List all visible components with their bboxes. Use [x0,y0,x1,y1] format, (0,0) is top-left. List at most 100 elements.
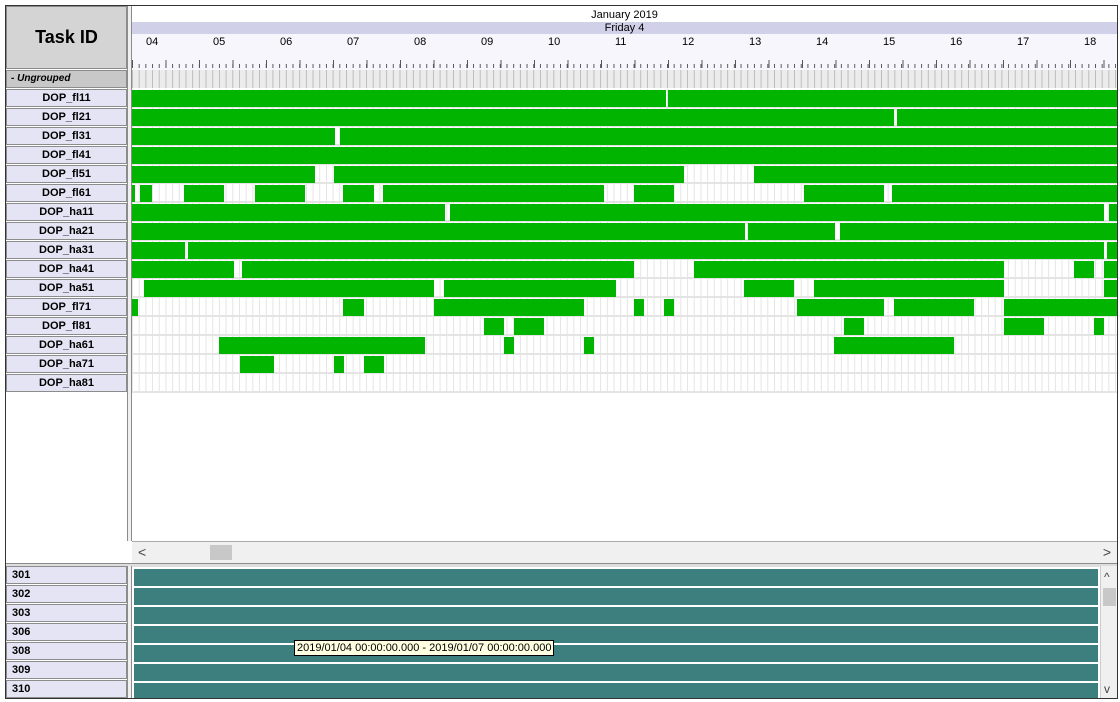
task-bar[interactable] [450,204,1104,221]
task-bar[interactable] [132,261,234,278]
task-bar[interactable] [434,299,584,316]
task-bar[interactable] [504,337,514,354]
task-label[interactable]: DOP_ha31 [6,241,127,259]
task-bar[interactable] [255,185,305,202]
task-bar[interactable] [132,185,135,202]
task-bar[interactable] [188,242,1104,259]
task-bar[interactable] [140,185,152,202]
task-bar[interactable] [340,128,1117,145]
task-bar[interactable] [694,261,1004,278]
task-label[interactable]: DOP_fl41 [6,146,127,164]
task-bar[interactable] [744,280,794,297]
vertical-scroll-thumb[interactable] [1103,588,1116,606]
resource-bar[interactable] [134,607,1098,624]
task-bar[interactable] [897,109,1117,126]
task-bar[interactable] [1094,318,1104,335]
scroll-left-icon[interactable]: < [138,544,146,560]
task-bar[interactable] [132,90,666,107]
task-bar[interactable] [754,166,1117,183]
task-bar[interactable] [364,356,384,373]
task-bar[interactable] [343,185,374,202]
horizontal-scrollbar[interactable]: < > [132,541,1117,564]
scroll-up-icon[interactable]: ^ [1104,570,1110,584]
task-bar[interactable] [584,337,594,354]
task-label[interactable]: DOP_ha11 [6,203,127,221]
task-bar[interactable] [634,185,674,202]
task-bar[interactable] [834,337,954,354]
task-bar[interactable] [132,242,185,259]
task-label[interactable]: DOP_ha71 [6,355,127,373]
task-bar[interactable] [1104,280,1117,297]
task-label[interactable]: DOP_ha41 [6,260,127,278]
task-label[interactable]: DOP_ha61 [6,336,127,354]
resource-label[interactable]: 308 [6,642,127,660]
task-bar[interactable] [132,204,445,221]
resource-bar[interactable] [134,683,1098,698]
task-bar[interactable] [1104,261,1117,278]
task-bar[interactable] [892,185,1117,202]
task-bar[interactable] [132,299,138,316]
task-bar[interactable] [664,299,674,316]
task-bar[interactable] [334,356,344,373]
scroll-right-icon[interactable]: > [1103,544,1111,560]
resource-label[interactable]: 306 [6,623,127,641]
task-bar[interactable] [1004,299,1117,316]
task-bar[interactable] [132,147,1117,164]
resource-label[interactable]: 303 [6,604,127,622]
task-bar[interactable] [844,318,864,335]
task-label[interactable]: DOP_fl31 [6,127,127,145]
task-bar[interactable] [383,185,604,202]
task-bar[interactable] [144,280,434,297]
task-bar[interactable] [514,318,544,335]
task-bar[interactable] [840,223,1117,240]
task-bar[interactable] [444,280,616,297]
task-bar[interactable] [634,299,644,316]
task-label[interactable]: DOP_fl61 [6,184,127,202]
task-label[interactable]: DOP_fl11 [6,89,127,107]
task-bar[interactable] [814,280,1004,297]
task-bar[interactable] [242,261,634,278]
resource-bar[interactable] [134,569,1098,586]
resource-bar[interactable] [134,645,1098,662]
gantt-chart-area[interactable]: January 2019 Friday 4 04 05 06 07 08 09 10 11 12… [132,6,1117,541]
task-bar[interactable] [1107,242,1117,259]
task-label[interactable]: DOP_ha21 [6,222,127,240]
task-bar[interactable] [1004,318,1044,335]
horizontal-scroll-thumb[interactable] [210,545,232,560]
task-bar[interactable] [334,166,684,183]
task-bar[interactable] [184,185,224,202]
resource-bar[interactable] [134,588,1098,605]
task-bar[interactable] [894,299,974,316]
task-bar[interactable] [668,90,1117,107]
task-label[interactable]: DOP_ha81 [6,374,127,392]
task-id-column-header[interactable]: Task ID [6,6,127,69]
resource-label[interactable]: 310 [6,680,127,698]
vertical-scrollbar[interactable]: ^ v [1100,566,1117,698]
resource-label[interactable]: 302 [6,585,127,603]
task-label[interactable]: DOP_fl21 [6,108,127,126]
task-bar[interactable] [132,223,745,240]
task-bar[interactable] [219,337,425,354]
task-bar[interactable] [343,299,364,316]
task-label[interactable]: DOP_fl51 [6,165,127,183]
resource-chart-area[interactable] [132,566,1100,698]
task-bar[interactable] [748,223,835,240]
resource-bar[interactable] [134,626,1098,643]
task-bar[interactable] [132,166,315,183]
task-bar[interactable] [1109,204,1117,221]
task-label[interactable]: DOP_fl81 [6,317,127,335]
resource-bar[interactable] [134,664,1098,681]
task-bar[interactable] [797,299,884,316]
task-bar[interactable] [484,318,504,335]
group-header-ungrouped[interactable]: - Ungrouped [6,70,127,88]
task-bar[interactable] [240,356,274,373]
task-label[interactable]: DOP_fl71 [6,298,127,316]
task-bar[interactable] [132,128,335,145]
task-bar[interactable] [132,109,894,126]
scroll-down-icon[interactable]: v [1104,682,1110,696]
task-bar[interactable] [804,185,884,202]
task-bar[interactable] [1074,261,1094,278]
resource-label[interactable]: 309 [6,661,127,679]
resource-label[interactable]: 301 [6,566,127,584]
task-label[interactable]: DOP_ha51 [6,279,127,297]
